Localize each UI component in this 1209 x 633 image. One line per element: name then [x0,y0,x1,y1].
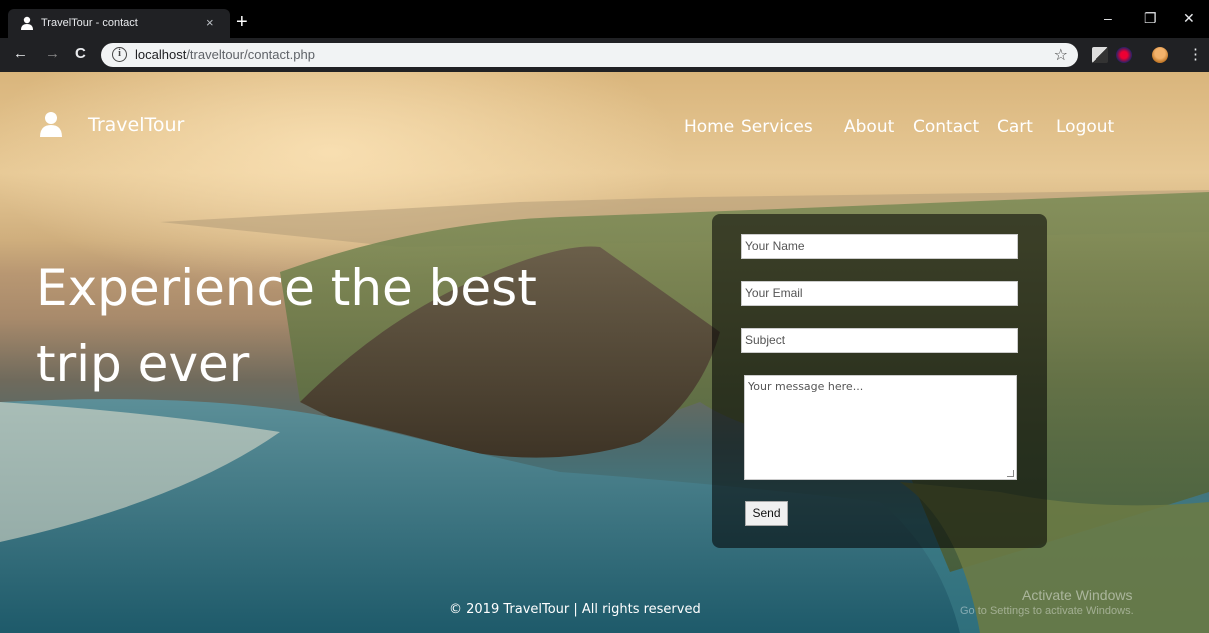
name-field[interactable]: Your Name [741,234,1018,259]
profile-avatar-icon[interactable] [1152,47,1168,63]
message-placeholder: Your message here... [748,380,864,393]
tab-close-icon[interactable]: × [206,15,214,30]
minimize-button[interactable]: – [1104,10,1112,26]
browser-tab[interactable]: TravelTour - contact × [8,9,230,38]
nav-services[interactable]: Services [741,117,813,137]
hero-heading: Experience the best trip ever [36,250,596,402]
reload-button[interactable]: C [75,46,86,62]
url-path: /traveltour/contact.php [186,47,315,62]
nav-logout[interactable]: Logout [1056,117,1114,137]
hero-line-2: trip ever [36,335,250,393]
subject-field[interactable]: Subject [741,328,1018,353]
extension-icon[interactable] [1092,47,1108,63]
address-bar[interactable]: i localhost/traveltour/contact.php ☆ [101,43,1078,67]
hero-line-1: Experience the best [36,259,537,317]
contact-form: Your Name Your Email Subject Your messag… [712,214,1047,548]
nav-contact[interactable]: Contact [913,117,979,137]
nav-about[interactable]: About [844,117,894,137]
activation-watermark-text: Go to Settings to activate Windows. [960,605,1134,617]
restore-button[interactable]: ❐ [1144,10,1157,27]
info-icon[interactable]: i [112,47,127,62]
bookmark-star-icon[interactable]: ☆ [1054,45,1068,64]
footer-copyright: © 2019 TravelTour | All rights reserved [449,602,701,617]
brand-user-icon [40,112,62,137]
nav-home[interactable]: Home [684,117,734,137]
extension-icon[interactable] [1116,47,1132,63]
nav-cart[interactable]: Cart [997,117,1033,137]
user-icon [21,16,33,30]
email-field[interactable]: Your Email [741,281,1018,306]
tab-title: TravelTour - contact [41,17,138,29]
menu-icon[interactable]: ⋮ [1188,47,1203,63]
url-text: localhost/traveltour/contact.php [135,47,315,62]
resize-handle-icon[interactable] [1007,470,1014,477]
browser-toolbar: ← → C i localhost/traveltour/contact.php… [0,38,1209,72]
message-textarea[interactable]: Your message here... [744,375,1017,480]
activation-watermark-title: Activate Windows [1022,587,1133,603]
forward-button[interactable]: → [45,46,60,62]
back-button[interactable]: ← [13,46,28,62]
send-button[interactable]: Send [745,501,788,526]
close-window-button[interactable]: ✕ [1183,10,1195,27]
url-host: localhost [135,47,187,62]
browser-tab-bar: TravelTour - contact × + – ❐ ✕ [0,0,1209,38]
brand-name[interactable]: TravelTour [88,114,184,136]
new-tab-button[interactable]: + [236,12,248,32]
page-background: TravelTour Home Services About Contact C… [0,72,1209,633]
